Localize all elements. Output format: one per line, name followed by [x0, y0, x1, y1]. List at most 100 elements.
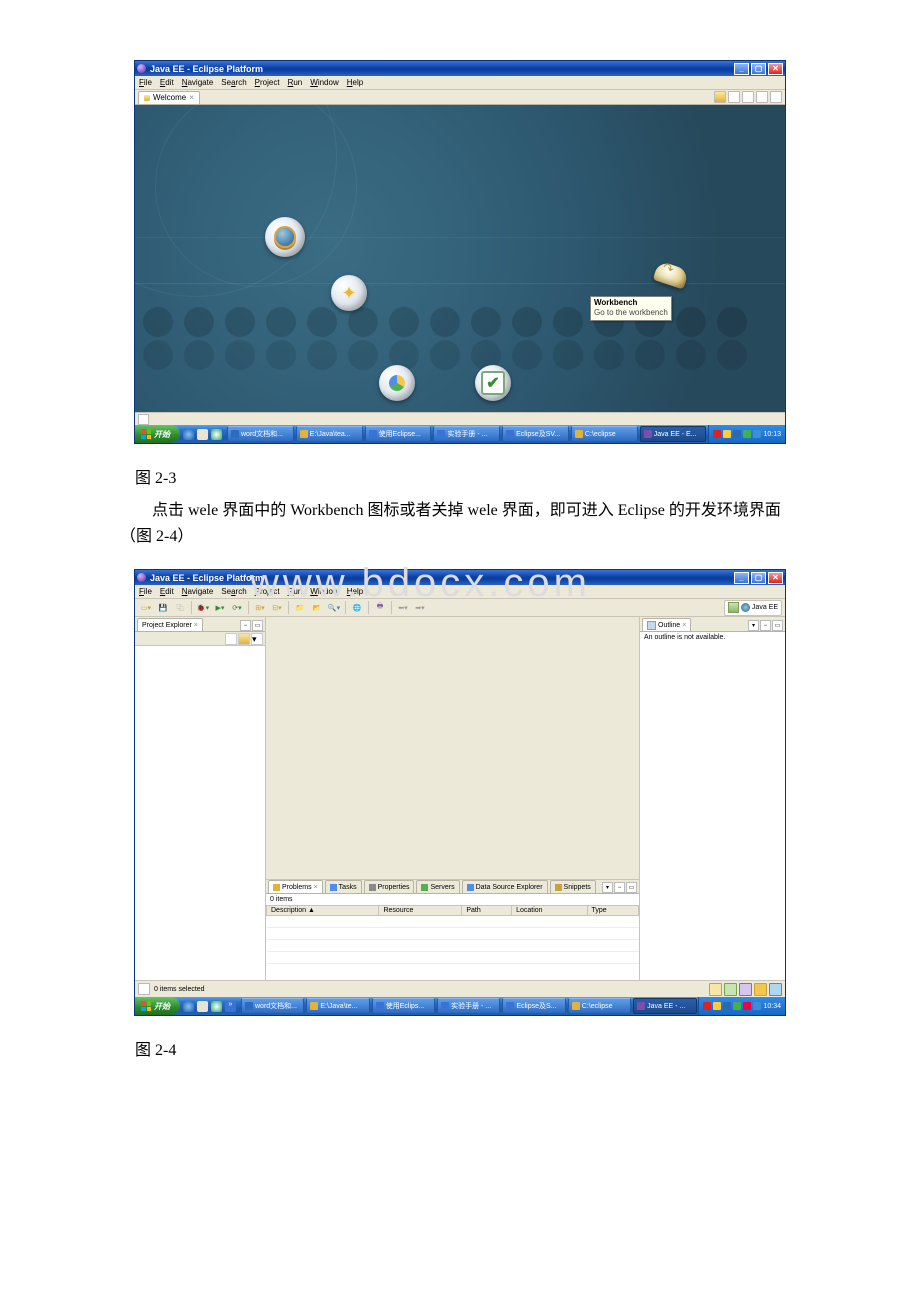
- link-editor-icon[interactable]: [238, 633, 250, 645]
- samples-icon[interactable]: [379, 365, 415, 401]
- taskbar-task[interactable]: word文档和...: [241, 998, 304, 1014]
- open-perspective-icon[interactable]: [728, 602, 739, 613]
- menu-help[interactable]: Help: [347, 587, 363, 596]
- table-row[interactable]: [267, 952, 639, 964]
- titlebar[interactable]: Java EE - Eclipse Platform _ ▢ ✕: [135, 570, 785, 585]
- view-menu-icon[interactable]: ▾: [602, 882, 613, 893]
- close-button[interactable]: ✕: [768, 572, 783, 584]
- new-button[interactable]: ▭▾: [138, 600, 154, 616]
- taskbar-task[interactable]: 实验手册 - ...: [433, 426, 500, 442]
- ql-ie-icon[interactable]: [183, 1001, 194, 1012]
- close-tab-icon[interactable]: ×: [189, 93, 194, 102]
- open-task-button[interactable]: 📂: [309, 600, 325, 616]
- save-button[interactable]: 💾: [155, 600, 171, 616]
- new-server-button[interactable]: ⊞▾: [252, 600, 268, 616]
- status-gc-icon[interactable]: [769, 983, 782, 996]
- tab-snippets[interactable]: Snippets: [550, 880, 596, 893]
- menu-navigate[interactable]: Navigate: [182, 78, 214, 87]
- ql-desktop-icon[interactable]: [197, 1001, 208, 1012]
- maximize-view-icon[interactable]: ▭: [626, 882, 637, 893]
- maximize-button[interactable]: ▢: [751, 63, 766, 75]
- table-row[interactable]: [267, 916, 639, 928]
- tab-data-source-explorer[interactable]: Data Source Explorer: [462, 880, 548, 893]
- run-button[interactable]: ▶▾: [212, 600, 228, 616]
- taskbar-task[interactable]: Java EE - E...: [640, 426, 707, 442]
- tray-qq-icon[interactable]: [753, 1002, 761, 1010]
- tab-project-explorer[interactable]: Project Explorer ×: [137, 618, 203, 631]
- tab-problems[interactable]: Problems ×: [268, 880, 323, 893]
- problems-table[interactable]: Description ▲ResourcePathLocationType: [266, 905, 639, 964]
- minimize-button[interactable]: _: [734, 572, 749, 584]
- open-type-button[interactable]: 📁: [292, 600, 308, 616]
- menu-help[interactable]: Help: [347, 78, 363, 87]
- menu-file[interactable]: File: [139, 78, 152, 87]
- close-button[interactable]: ✕: [768, 63, 783, 75]
- maximize-view-icon[interactable]: ▭: [252, 620, 263, 631]
- maximize-view-icon[interactable]: [770, 91, 782, 103]
- tray-msn-icon[interactable]: [743, 430, 751, 438]
- taskbar-task[interactable]: word文档和...: [227, 426, 294, 442]
- tray-net-icon[interactable]: [733, 430, 741, 438]
- column-type[interactable]: Type: [587, 906, 638, 916]
- view-menu-icon[interactable]: ▾: [748, 620, 759, 631]
- status-updates-icon[interactable]: [724, 983, 737, 996]
- tab-servers[interactable]: Servers: [416, 880, 459, 893]
- back-button[interactable]: ⬅▾: [395, 600, 411, 616]
- ql-desktop-icon[interactable]: [197, 429, 208, 440]
- tray-qq-icon[interactable]: [753, 430, 761, 438]
- saveall-button[interactable]: ⿻: [172, 600, 188, 616]
- taskbar-task[interactable]: E:\Java\tea...: [296, 426, 363, 442]
- taskbar-task[interactable]: Eclipse及S...: [502, 998, 565, 1014]
- menu-run[interactable]: Run: [288, 587, 303, 596]
- close-tab-icon[interactable]: ×: [314, 884, 318, 891]
- collapse-all-icon[interactable]: [225, 633, 237, 645]
- status-icon[interactable]: [138, 414, 149, 425]
- tutorials-icon[interactable]: [475, 365, 511, 401]
- status-icon[interactable]: [138, 983, 150, 995]
- perspective-switcher[interactable]: Java EE: [724, 600, 782, 616]
- taskbar-task[interactable]: C:\eclipse: [568, 998, 631, 1014]
- runlast-button[interactable]: ⟳▾: [229, 600, 245, 616]
- start-button[interactable]: 开始: [135, 425, 180, 443]
- minimize-view-icon[interactable]: −: [760, 620, 771, 631]
- tray-net-icon[interactable]: [723, 1002, 731, 1010]
- tray-shield-icon[interactable]: [713, 430, 721, 438]
- whatsnew-star-icon[interactable]: [331, 275, 367, 311]
- tab-properties[interactable]: Properties: [364, 880, 415, 893]
- tab-tasks[interactable]: Tasks: [325, 880, 362, 893]
- fwd-button[interactable]: ➡▾: [412, 600, 428, 616]
- minimize-button[interactable]: _: [734, 63, 749, 75]
- table-row[interactable]: [267, 940, 639, 952]
- print-button[interactable]: 🖶: [372, 600, 388, 616]
- minimize-view-icon[interactable]: [756, 91, 768, 103]
- new-ejb-button[interactable]: ⊟▾: [269, 600, 285, 616]
- column-location[interactable]: Location: [512, 906, 587, 916]
- home-icon[interactable]: [714, 91, 726, 103]
- taskbar-task[interactable]: 使用Eclips...: [372, 998, 435, 1014]
- tray-shield-icon[interactable]: [703, 1002, 711, 1010]
- start-button[interactable]: 开始: [135, 997, 180, 1015]
- tray-msn-icon[interactable]: [733, 1002, 741, 1010]
- taskbar-task[interactable]: E:\Java\te...: [306, 998, 369, 1014]
- ql-media-icon[interactable]: [211, 1001, 222, 1012]
- reduce-icon[interactable]: [742, 91, 754, 103]
- view-menu-icon[interactable]: ▾: [251, 633, 263, 645]
- ql-media-icon[interactable]: [211, 429, 222, 440]
- taskbar-task[interactable]: 实验手册 - ...: [437, 998, 500, 1014]
- taskbar-task[interactable]: C:\eclipse: [571, 426, 638, 442]
- menu-window[interactable]: Window: [310, 78, 338, 87]
- menu-project[interactable]: Project: [255, 587, 280, 596]
- menu-edit[interactable]: Edit: [160, 587, 174, 596]
- menu-edit[interactable]: Edit: [160, 78, 174, 87]
- taskbar-task[interactable]: Eclipse及SV...: [502, 426, 569, 442]
- menu-run[interactable]: Run: [288, 78, 303, 87]
- customize-icon[interactable]: [728, 91, 740, 103]
- annotation-button[interactable]: 🌐: [349, 600, 365, 616]
- maximize-view-icon[interactable]: ▭: [772, 620, 783, 631]
- titlebar[interactable]: Java EE - Eclipse Platform _ ▢ ✕: [135, 61, 785, 76]
- search-button[interactable]: 🔍▾: [326, 600, 342, 616]
- tray-vol-icon[interactable]: [713, 1002, 721, 1010]
- close-tab-icon[interactable]: ×: [682, 622, 686, 629]
- taskbar-task[interactable]: 使用Eclipse...: [365, 426, 432, 442]
- column-path[interactable]: Path: [462, 906, 512, 916]
